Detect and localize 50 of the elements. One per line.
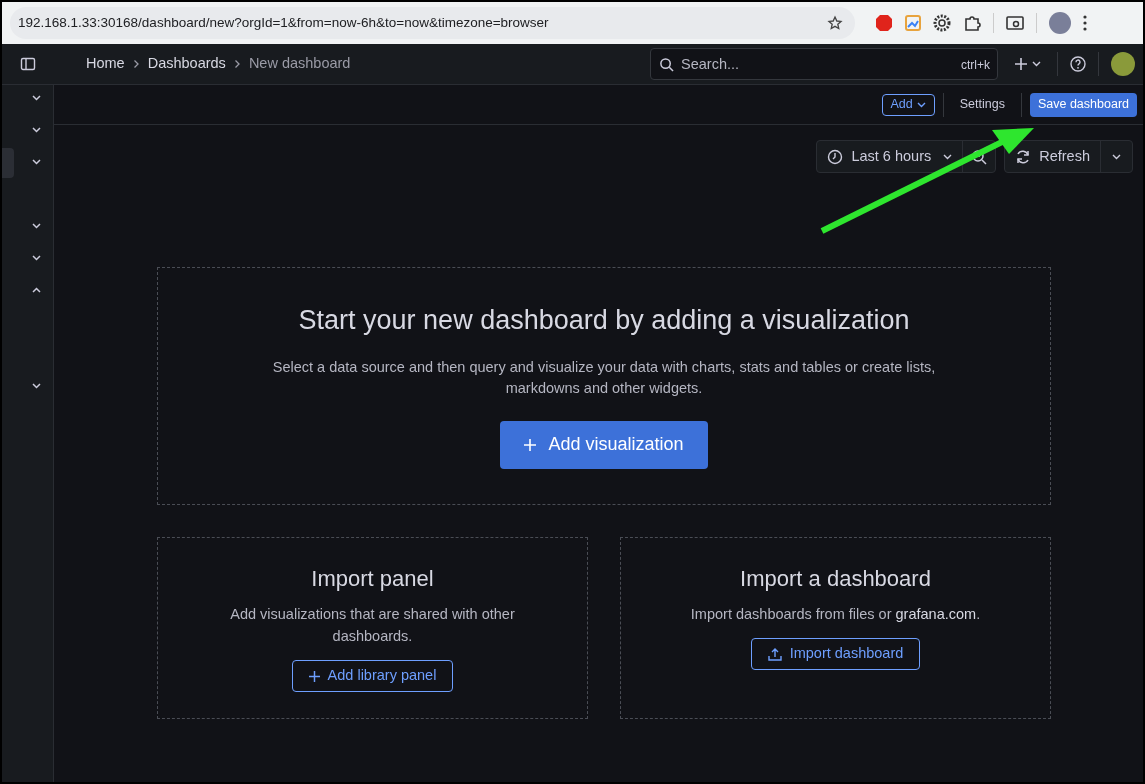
clock-icon bbox=[827, 148, 844, 165]
empty-state-title: Start your new dashboard by adding a visualization bbox=[298, 304, 910, 337]
chevron-down-icon bbox=[31, 159, 41, 165]
card-title: Import panel bbox=[311, 565, 434, 593]
image-icon[interactable] bbox=[905, 15, 921, 31]
card-text: Import dashboards from files or grafana.com. bbox=[689, 605, 982, 624]
upload-icon bbox=[767, 647, 782, 661]
card-text: Add visualizations that are shared with other dashboards. bbox=[229, 605, 516, 646]
caret-icon bbox=[916, 101, 926, 108]
profile-avatar[interactable] bbox=[1049, 12, 1071, 34]
add-button[interactable]: Add bbox=[881, 93, 935, 116]
search-icon bbox=[659, 57, 674, 72]
save-dashboard-button[interactable]: Save dashboard bbox=[1029, 92, 1137, 117]
zoom-out-icon bbox=[971, 148, 988, 165]
gear-icon[interactable] bbox=[933, 14, 951, 32]
import-dashboard-button[interactable]: Import dashboard bbox=[750, 638, 921, 670]
puzzle-icon[interactable] bbox=[963, 14, 981, 32]
breadcrumb-link[interactable]: Home bbox=[86, 53, 125, 75]
chevron-down-icon bbox=[31, 223, 41, 229]
plus-icon bbox=[524, 438, 537, 451]
chevron-up-icon bbox=[31, 287, 41, 293]
chevron-down-icon bbox=[31, 255, 41, 261]
shortcut-hint: ctrl+k bbox=[961, 57, 990, 74]
url-text: 192.168.1.33:30168/dashboard/new?orgId=1&from=now-6h&to=now&timezone=browser bbox=[18, 13, 550, 32]
caret-icon bbox=[1032, 61, 1041, 67]
address-bar[interactable]: 192.168.1.33:30168/dashboard/new?orgId=1&from=now-6h&to=now&timezone=browser bbox=[10, 7, 855, 39]
add-library-panel-button[interactable]: Add library panel bbox=[291, 660, 454, 692]
menu-icon[interactable] bbox=[1083, 15, 1087, 31]
help-icon[interactable] bbox=[1070, 56, 1086, 72]
caret-icon bbox=[943, 153, 953, 160]
add-visualization-button[interactable]: Add visualization bbox=[500, 420, 708, 469]
breadcrumb-link[interactable]: Dashboards bbox=[147, 53, 226, 75]
scroll-thumb[interactable] bbox=[2, 148, 14, 178]
settings-button[interactable]: Settings bbox=[951, 93, 1013, 116]
stop-sign-icon[interactable] bbox=[875, 14, 893, 32]
sidebar-toggle-icon[interactable] bbox=[20, 56, 36, 72]
chevron-down-icon bbox=[31, 127, 41, 133]
breadcrumb-link[interactable]: New dashboard bbox=[248, 53, 351, 75]
card-title: Import a dashboard bbox=[740, 565, 931, 593]
user-avatar[interactable] bbox=[1111, 52, 1135, 76]
refresh-icon bbox=[1015, 148, 1032, 165]
chevron-down-icon bbox=[31, 95, 41, 101]
chevron-icon bbox=[233, 59, 241, 69]
empty-state-text: Select a data source and then query and visualize your data with charts, stats and tables or create lists, markdowns and other widgets. bbox=[271, 357, 937, 398]
plus-icon bbox=[1014, 57, 1028, 71]
plus-icon bbox=[308, 670, 320, 682]
star-icon[interactable] bbox=[827, 15, 843, 31]
chevron-icon bbox=[132, 59, 140, 69]
caret-icon bbox=[1112, 153, 1121, 160]
chevron-down-icon bbox=[31, 383, 41, 389]
